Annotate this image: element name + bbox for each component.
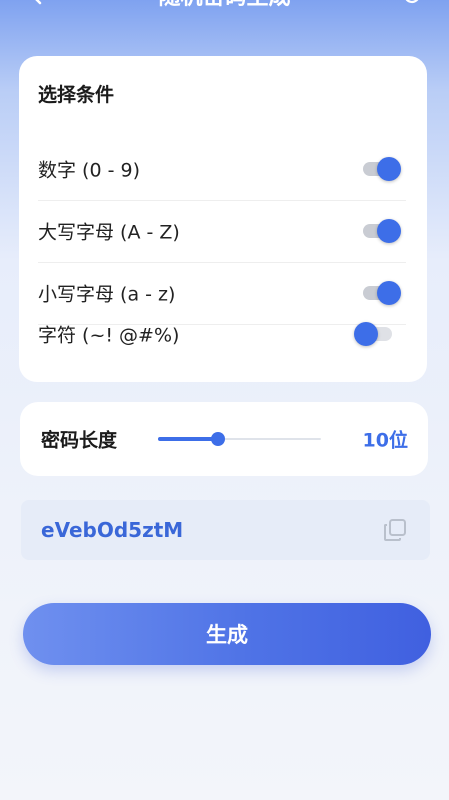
refresh-icon[interactable]	[401, 0, 423, 6]
toggle-knob	[377, 219, 401, 243]
option-row-symbols: 字符 (~! @#%)	[38, 303, 406, 365]
toggle-digits[interactable]	[361, 157, 401, 181]
password-result: eVebOd5ztM	[21, 500, 430, 560]
toggle-lowercase[interactable]	[361, 281, 401, 305]
slider-thumb[interactable]	[211, 432, 226, 446]
length-card: 密码长度 10位	[20, 402, 428, 476]
option-label-digits: 数字 (0 - 9)	[38, 159, 140, 182]
page-title: 随机密码生成	[0, 0, 449, 18]
toggle-knob	[377, 157, 401, 181]
option-label-uppercase: 大写字母 (A - Z)	[38, 221, 180, 244]
generate-button[interactable]: 生成	[23, 603, 431, 665]
toggle-symbols[interactable]	[354, 322, 394, 346]
option-label-symbols: 字符 (~! @#%)	[38, 324, 180, 347]
slider-fill	[158, 437, 219, 441]
top-bar: 随机密码生成	[0, 0, 449, 18]
toggle-knob	[377, 281, 401, 305]
password-text[interactable]: eVebOd5ztM	[41, 518, 183, 542]
section-title: 选择条件	[38, 84, 115, 106]
option-row-uppercase: 大写字母 (A - Z)	[38, 200, 406, 263]
option-row-digits: 数字 (0 - 9)	[38, 138, 406, 201]
toggle-uppercase[interactable]	[361, 219, 401, 243]
length-slider[interactable]	[158, 427, 321, 451]
length-value: 10位	[362, 429, 408, 452]
toggle-knob	[354, 322, 378, 346]
length-label: 密码长度	[41, 429, 118, 452]
conditions-card: 选择条件 数字 (0 - 9) 大写字母 (A - Z) 小写字母 (a - z…	[19, 56, 427, 382]
copy-icon[interactable]	[382, 517, 408, 543]
